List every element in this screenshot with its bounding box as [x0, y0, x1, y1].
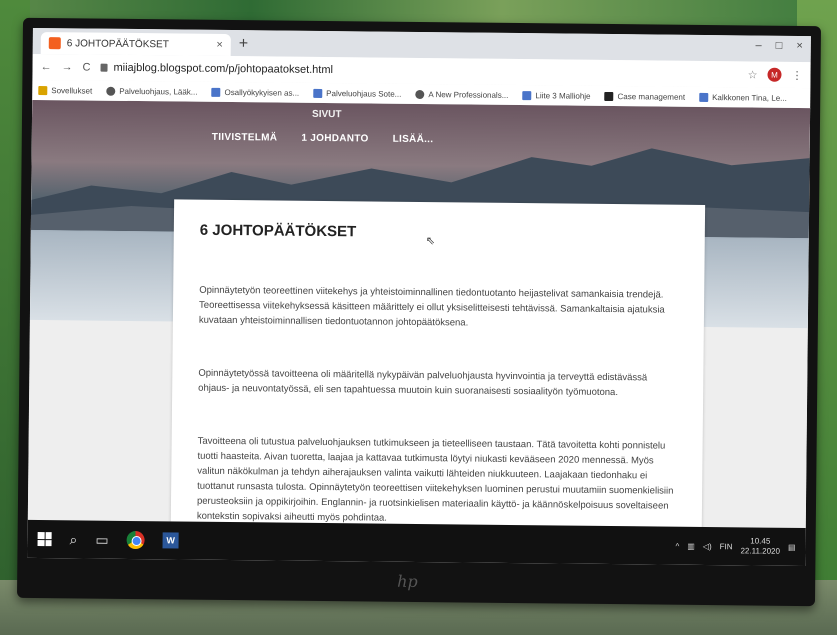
task-view-icon[interactable]: ▭	[95, 531, 108, 548]
system-tray: ^ ▥ ◁) FIN 10.45 22.11.2020 ▤	[675, 536, 795, 557]
network-icon[interactable]: ▥	[687, 541, 695, 550]
forward-icon[interactable]: →	[61, 61, 72, 73]
post-title: 6 JOHTOPÄÄTÖKSET	[199, 221, 357, 241]
apps-icon	[38, 85, 48, 95]
nav-pages-label: SIVUT	[312, 108, 342, 121]
bookmark-item[interactable]: A New Professionals...	[415, 89, 508, 99]
mouse-cursor-icon: ⇖	[425, 235, 436, 248]
maximize-button[interactable]: □	[776, 40, 783, 52]
bookmark-item[interactable]: Osallyökykyisen as...	[211, 87, 299, 97]
search-icon[interactable]: ⌕	[70, 531, 78, 548]
windows-start-icon[interactable]	[37, 532, 52, 547]
blog-nav: TIIVISTELMÄ 1 JOHDANTO LISÄÄ...	[212, 132, 434, 145]
hp-logo: hp	[397, 571, 418, 592]
nav-item-more[interactable]: LISÄÄ...	[393, 134, 434, 145]
notifications-icon[interactable]: ▤	[788, 542, 796, 551]
blog-page: SIVUT TIIVISTELMÄ 1 JOHDANTO LISÄÄ... ⇖ …	[27, 99, 811, 529]
bookmark-item[interactable]: Palveluohjaus, Lääk...	[106, 86, 198, 96]
screen: 6 JOHTOPÄÄTÖKSET × + – □ × ← → C miiajbl…	[27, 27, 811, 567]
url-text: miiajblog.blogspot.com/p/johtopaatokset.…	[113, 61, 334, 77]
post-paragraph: Opinnäytetyön teoreettinen viitekehys ja…	[198, 284, 665, 329]
doc-icon	[313, 88, 323, 98]
volume-icon[interactable]: ◁)	[703, 541, 712, 550]
new-tab-button[interactable]: +	[239, 35, 249, 53]
monitor: 6 JOHTOPÄÄTÖKSET × + – □ × ← → C miiajbl…	[16, 17, 822, 607]
monitor-chin: hp	[17, 558, 815, 606]
browser-tab[interactable]: 6 JOHTOPÄÄTÖKSET ×	[40, 32, 231, 57]
language-indicator[interactable]: FIN	[720, 542, 733, 551]
chevron-up-icon[interactable]: ^	[675, 541, 679, 550]
doc-icon	[211, 87, 221, 97]
blogger-icon	[48, 37, 61, 50]
back-icon[interactable]: ←	[40, 61, 51, 73]
bookmark-item[interactable]: Kalkkonen Tina, Le...	[699, 92, 787, 102]
bookmark-item[interactable]: Case management	[604, 91, 685, 101]
globe-icon	[106, 86, 116, 96]
menu-icon[interactable]: ⋮	[791, 68, 802, 81]
bookmark-item[interactable]: Palveluohjaus Sote...	[313, 88, 401, 98]
doc-icon	[522, 90, 532, 100]
globe-icon	[415, 89, 425, 99]
minimize-button[interactable]: –	[756, 40, 762, 52]
address-bar[interactable]: miiajblog.blogspot.com/p/johtopaatokset.…	[100, 62, 737, 81]
chrome-icon[interactable]	[126, 530, 145, 550]
nav-item-tiivistelma[interactable]: TIIVISTELMÄ	[212, 132, 278, 144]
word-icon[interactable]: W	[162, 532, 179, 549]
reload-icon[interactable]: C	[82, 61, 90, 73]
tab-title: 6 JOHTOPÄÄTÖKSET	[66, 37, 169, 50]
tab-close-icon[interactable]: ×	[216, 39, 223, 51]
window-controls: – □ ×	[756, 40, 803, 52]
close-window-button[interactable]: ×	[796, 40, 803, 52]
k-icon	[604, 91, 614, 101]
post-card: ⇖ 6 JOHTOPÄÄTÖKSET Opinnäytetyön teoreet…	[170, 199, 706, 529]
bookmark-star-icon[interactable]: ☆	[748, 68, 758, 81]
nav-item-johdanto[interactable]: 1 JOHDANTO	[301, 133, 368, 145]
lock-icon	[100, 63, 108, 72]
doc-icon	[699, 92, 709, 102]
bookmark-item[interactable]: Liite 3 Malliohje	[522, 90, 591, 100]
profile-avatar[interactable]: M	[767, 67, 782, 82]
clock[interactable]: 10.45 22.11.2020	[740, 536, 780, 556]
post-paragraph: Tavoitteena oli tutustua palveluohjaukse…	[196, 435, 674, 524]
bookmark-item[interactable]: Sovellukset	[38, 85, 92, 95]
post-paragraph: Opinnäytetyössä tavoitteena oli määritel…	[198, 367, 648, 399]
